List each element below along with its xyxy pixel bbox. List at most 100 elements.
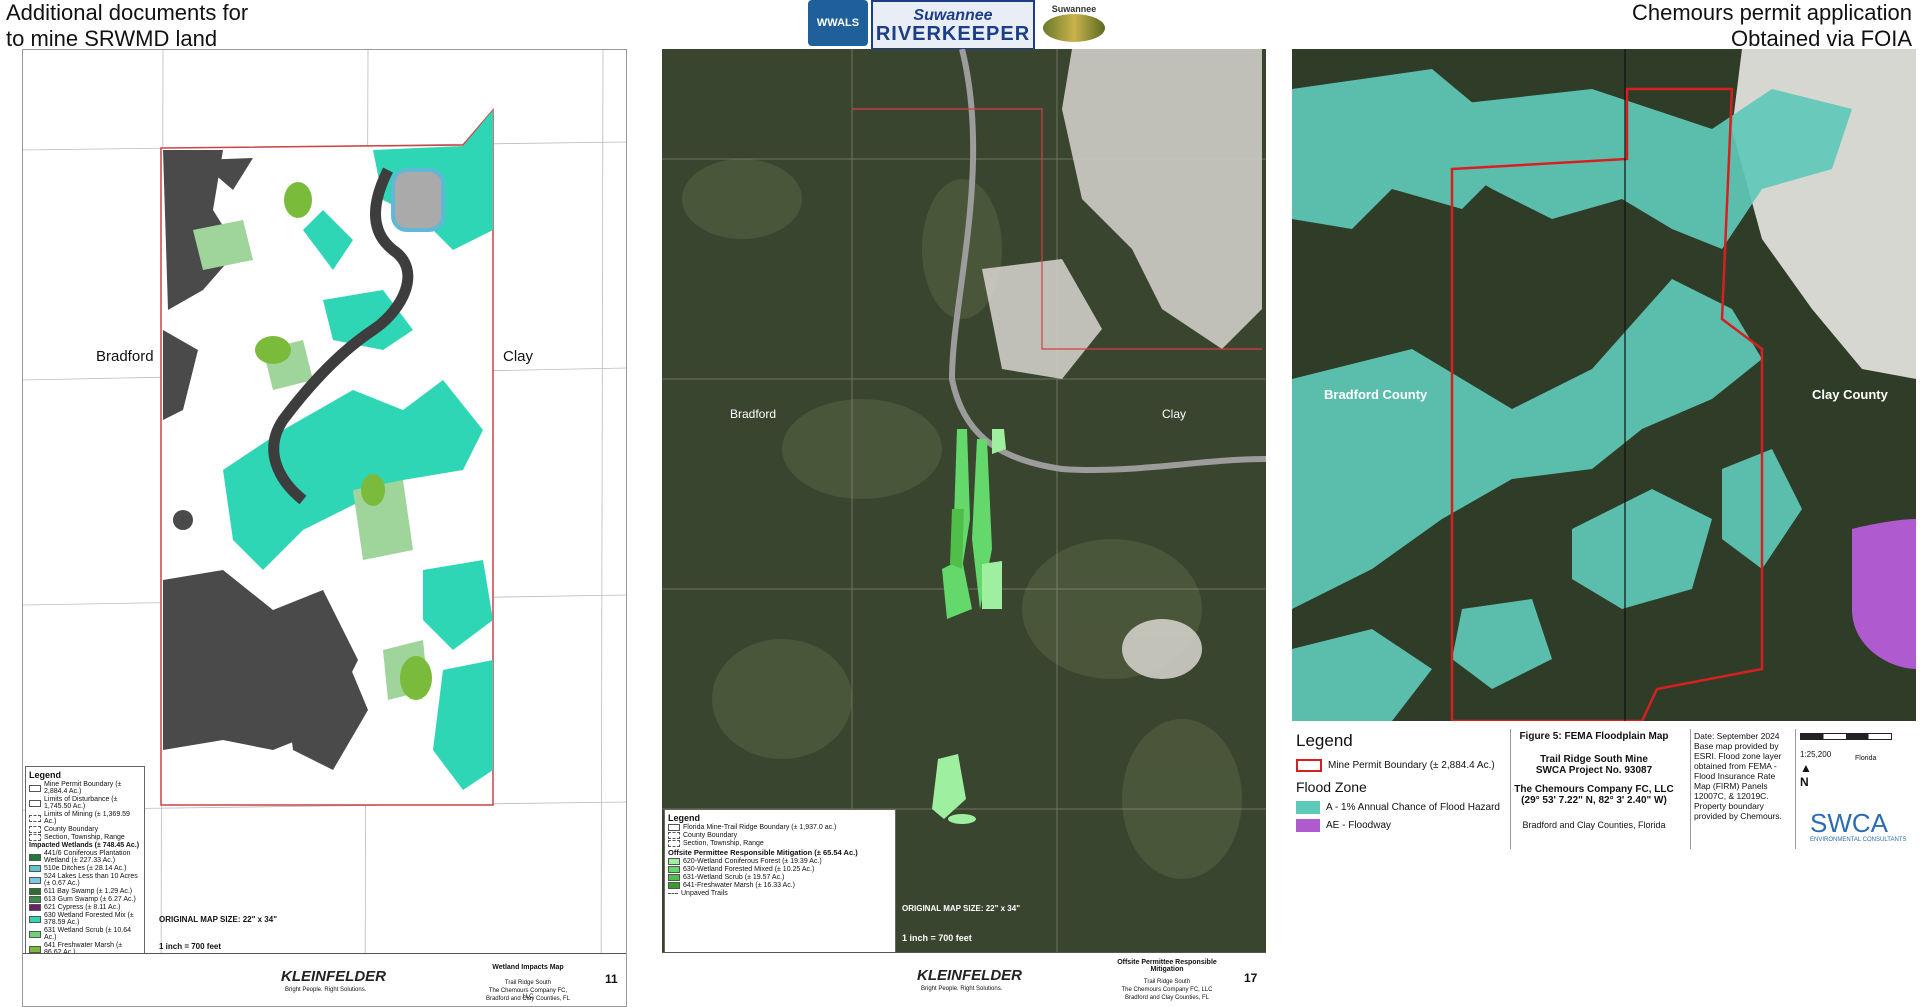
- map1-legend-base: Mine Permit Boundary (± 2,884.4 Ac.) Limi…: [29, 781, 141, 841]
- map2-legend-item: County Boundary: [668, 832, 892, 839]
- map1-legend-item-label: Mine Permit Boundary (± 2,884.4 Ac.): [44, 781, 122, 795]
- map2-mitigation-item-swatch: [668, 858, 680, 865]
- map2-legend-base: Florida Mine-Trail Ridge Boundary (± 1,9…: [668, 824, 892, 847]
- map1-legend-item-label: Limits of Disturbance (± 1,745.50 Ac.): [44, 796, 118, 810]
- map1-legend-item-swatch: [29, 826, 41, 833]
- map2-company-tag: Bright People. Right Solutions.: [921, 986, 1003, 992]
- map1-impacted-item: 621 Cypress (± 8.11 Ac.): [29, 904, 141, 911]
- map2-scale-text: 1 inch = 700 feet: [902, 933, 972, 943]
- map2-legend-item: Florida Mine-Trail Ridge Boundary (± 1,9…: [668, 824, 892, 831]
- map3-location: Bradford and Clay Counties, Florida: [1522, 820, 1666, 830]
- fish-icon: [1043, 14, 1105, 42]
- fema-floodplain-map: Bradford County Clay County Legend Mine …: [1292, 49, 1916, 1005]
- map3-flood-zone-title: Flood Zone: [1296, 779, 1367, 795]
- map2-legend-item-swatch: [668, 832, 680, 839]
- wetland-impacts-map: Bradford Clay Legend Mine Permit Boundar…: [22, 49, 627, 1007]
- map1-location: Bradford and Clay Counties, FL: [485, 996, 571, 1002]
- swca-tagline: ENVIRONMENTAL CONSULTANTS: [1810, 837, 1907, 843]
- offsite-mitigation-map: Bradford Clay Legend Florida Mine-Trail …: [662, 49, 1266, 1005]
- map1-impacted-item-label: 611 Bay Swamp (± 1.29 Ac.): [44, 888, 133, 895]
- map1-label-bradford: Bradford: [96, 348, 154, 365]
- map1-figure-number: 11: [605, 972, 618, 986]
- map3-legend-zone-a: A - 1% Annual Chance of Flood Hazard: [1296, 801, 1500, 814]
- map2-legend-item-label: County Boundary: [683, 832, 738, 839]
- map1-impacted-item-label: 621 Cypress (± 8.11 Ac.): [44, 904, 121, 911]
- map2-legend-mitigation: 620-Wetland Coniferous Forest (± 19.39 A…: [668, 858, 892, 889]
- map1-impacted-item-label: 613 Gum Swamp (± 6.27 Ac.): [44, 896, 136, 903]
- map2-sheet-title: Offsite Permittee Responsible Mitigation: [1117, 959, 1217, 973]
- map2-location: Bradford and Clay Counties, FL: [1124, 995, 1210, 1001]
- map3-legend-zone-ae: AE - Floodway: [1296, 819, 1391, 832]
- map3-label-clay: Clay County: [1812, 387, 1888, 402]
- header-right: Chemours permit application Obtained via…: [1632, 0, 1912, 52]
- map2-legend-item-swatch: [668, 824, 680, 831]
- map1-scale-note: ORIGINAL MAP SIZE: 22" x 34": [159, 915, 277, 924]
- map1-impacted-item: 631 Wetland Scrub (± 10.64 Ac.): [29, 927, 141, 941]
- map1-sheet-title: Wetland Impacts Map: [492, 964, 564, 971]
- map2-mitigation-item-swatch: [668, 874, 680, 881]
- map1-impacted-item-swatch: [29, 896, 41, 903]
- map1-impacted-item-label: 441/6 Coniferous Plantation Wetland (± 2…: [44, 850, 131, 864]
- map1-impacted-item-label: 631 Wetland Scrub (± 10.64 Ac.): [44, 927, 131, 941]
- map1-impacted-item-label: 524 Lakes Less than 10 Acres (± 0.67 Ac.…: [44, 873, 138, 887]
- map1-company: KLEINFELDER: [281, 968, 386, 985]
- map2-legend: Legend Florida Mine-Trail Ridge Boundary…: [664, 809, 896, 954]
- map1-legend: Legend Mine Permit Boundary (± 2,884.4 A…: [25, 766, 145, 1006]
- map1-impacted-item-label: 630 Wetland Forested Mix (± 378.59 Ac.): [44, 912, 134, 926]
- map1-impacted-item: 630 Wetland Forested Mix (± 378.59 Ac.): [29, 912, 141, 926]
- map1-legend-item: Limits of Disturbance (± 1,745.50 Ac.): [29, 796, 141, 810]
- map1-impacted-item: 524 Lakes Less than 10 Acres (± 0.67 Ac.…: [29, 873, 141, 887]
- map1-legend-item-swatch: [29, 784, 41, 792]
- map1-company-tag: Bright People. Right Solutions.: [285, 987, 367, 993]
- wwals-logo: WWALS: [808, 0, 868, 46]
- map2-mitigation-item-label: 641-Freshwater Marsh (± 16.33 Ac.): [683, 882, 795, 889]
- map2-legend-item-label: Florida Mine-Trail Ridge Boundary (± 1,9…: [683, 824, 837, 831]
- map2-legend-item-label: Section, Township, Range: [683, 840, 764, 847]
- map3-coords: (29° 53' 7.22" N, 82° 3' 2.40" W): [1521, 795, 1667, 806]
- map3-date-note: Date: September 2024: [1694, 731, 1780, 741]
- map1-impacted-item-swatch: [29, 904, 41, 911]
- map1-label-clay: Clay: [503, 348, 534, 365]
- map1-impacted-item: 611 Bay Swamp (± 1.29 Ac.): [29, 888, 141, 895]
- map3-client: The Chemours Company FC, LLC: [1514, 784, 1674, 795]
- header-left-line1: Additional documents for: [6, 0, 249, 25]
- map1-legend-item-swatch: [29, 814, 41, 822]
- map2-mitigation-item-label: 631-Wetland Scrub (± 19.57 Ac.): [683, 874, 785, 881]
- fish-logo: Suwannee: [1038, 0, 1110, 46]
- map1-impacted-item-swatch: [29, 945, 41, 953]
- map1-legend-item-swatch: [29, 799, 41, 807]
- map1-legend-item: County Boundary: [29, 826, 141, 833]
- map1-impacted-item-swatch: [29, 853, 41, 861]
- map3-scale-area: 1:25,200 ▲ N Florida SWCA ENVIRONMENTAL C…: [1800, 733, 1910, 843]
- map2-client: The Chemours Company FC, LLC: [1121, 987, 1213, 993]
- map1-impacted-item-label: 510e Ditches (± 28.14 Ac.): [44, 865, 127, 872]
- map1-impacted-item-swatch: [29, 888, 41, 895]
- map1-impacted-item-swatch: [29, 876, 41, 884]
- suwannee-riverkeeper-logo: Suwannee RIVERKEEPER: [871, 0, 1035, 50]
- map1-scale-text: 1 inch = 700 feet: [159, 942, 222, 951]
- map3-figure-block: Figure 5: FEMA Floodplain Map Trail Ridg…: [1514, 731, 1674, 830]
- map2-mitigation-title: Offsite Permittee Responsible Mitigation…: [668, 848, 858, 857]
- map1-legend-item: Limits of Mining (± 1,369.59 Ac.): [29, 811, 141, 825]
- map1-legend-item: Mine Permit Boundary (± 2,884.4 Ac.): [29, 781, 141, 795]
- floodplain-drawing: [1292, 49, 1916, 721]
- map1-legend-item-label: Limits of Mining (± 1,369.59 Ac.): [44, 811, 130, 825]
- map1-impacted-title: Impacted Wetlands (± 748.45 Ac.): [29, 842, 140, 849]
- map2-legend-title: Legend: [668, 813, 701, 823]
- map1-legend-item: Section, Township, Range: [29, 834, 141, 841]
- map1-impacted-item-swatch: [29, 930, 41, 938]
- map3-north-arrow: ▲ N: [1800, 761, 1812, 789]
- map2-mitigation-item-swatch: [668, 866, 680, 873]
- map2-legend-item: Section, Township, Range: [668, 840, 892, 847]
- map2-company: KLEINFELDER: [917, 967, 1022, 984]
- map2-figure-number: 17: [1244, 971, 1258, 985]
- map2-mitigation-item-label: 620-Wetland Coniferous Forest (± 19.39 A…: [683, 858, 822, 865]
- map1-impacted-item: 510e Ditches (± 28.14 Ac.): [29, 865, 141, 872]
- map1-legend-item-swatch: [29, 834, 41, 841]
- map2-legend-trails: Unpaved Trails: [668, 890, 892, 897]
- map2-mitigation-item: 620-Wetland Coniferous Forest (± 19.39 A…: [668, 858, 892, 865]
- swca-logo: SWCA: [1810, 808, 1888, 838]
- map1-legend-impacted: 441/6 Coniferous Plantation Wetland (± 2…: [29, 850, 141, 956]
- map2-label-bradford: Bradford: [730, 407, 777, 421]
- map2-mitigation-item: 630-Wetland Forested Mixed (± 10.25 Ac.): [668, 866, 892, 873]
